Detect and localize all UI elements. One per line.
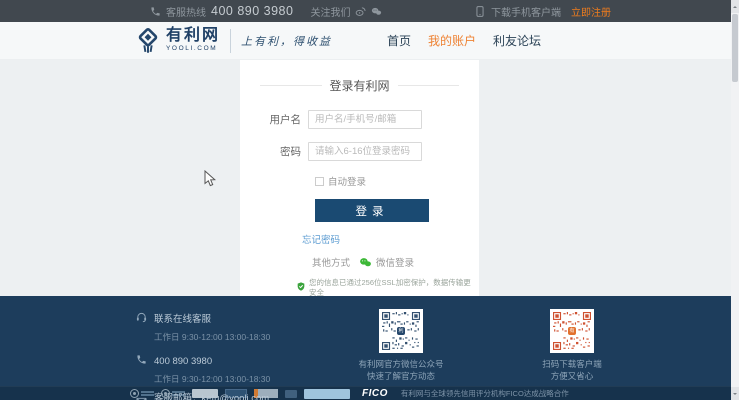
password-input[interactable] [308,142,422,161]
yooli-knot-icon [138,28,158,53]
contact-sub: 工作日 9:30-12:00 13:00-18:30 [154,332,271,342]
phone-icon [150,6,161,17]
other-methods-label: 其他方式 [312,258,351,269]
follow-us-label: 关注我们 [310,7,351,19]
wechat-qr-code: 利 [379,309,423,353]
contact-label: 400 890 3980 [154,356,213,367]
contact-sub: 工作日 9:30-12:00 13:00-18:30 [154,374,271,384]
username-row: 用户名 [240,110,479,129]
scroll-up-button[interactable] [731,0,739,13]
register-link[interactable]: 立即注册 [571,4,611,19]
download-app-link[interactable]: 下载手机客户端 [476,4,561,19]
cert-badge-7[interactable] [304,388,350,399]
username-input[interactable] [308,110,422,129]
main-nav: 首页 我的账户 利友论坛 [387,32,541,49]
site-header: 有利网 YOOLI.COM 上有利，得收益 首页 我的账户 利友论坛 [0,22,739,60]
login-title: 登录有利网 [329,79,390,93]
phone-icon [136,352,147,364]
site-footer: 联系在线客服 工作日 9:30-12:00 13:00-18:30 400 89… [0,296,739,400]
qr-caption: 有利网官方微信公众号 快速了解官方动态 [358,359,444,382]
logo-divider [230,28,232,53]
brand-domain: YOOLI.COM [166,45,218,53]
username-label: 用户名 [269,114,302,126]
download-app-label: 下载手机客户端 [491,7,561,19]
wechat-icon [359,256,372,269]
login-panel: 登录有利网 用户名 密码 自动登录 登录 忘记密码 其他方式 [240,60,479,296]
password-row: 密码 [240,142,479,161]
contact-email[interactable]: 客服邮箱：kefu@yooli.com [136,393,270,400]
nav-home[interactable]: 首页 [387,32,411,49]
app-qr-block: 有 扫码下载客户端 方便又省心 [516,309,628,383]
main-content: 登录有利网 用户名 密码 自动登录 登录 忘记密码 其他方式 [0,60,739,296]
security-shield-icon [296,279,306,291]
wechat-qr-block: 利 有利网官方微信公众号 快速了解官方动态 [345,309,457,383]
certification-bar: FICO 有利网与全球领先信用评分机构FICO达成战略合作 [0,386,739,400]
brand-name: 有利网 [166,27,221,45]
mouse-cursor [204,169,217,192]
contact-online-service[interactable]: 联系在线客服 工作日 9:30-12:00 13:00-18:30 [136,309,270,345]
hotline-label: 客服热线 [166,7,206,19]
contact-label: 联系在线客服 [154,314,212,325]
qr-center-logo: 有 [567,326,577,336]
wechat-login-button[interactable]: 微信登录 [350,255,414,269]
scroll-down-button[interactable] [731,387,739,400]
contact-hotline: 400 890 3980 工作日 9:30-12:00 13:00-18:30 [136,351,270,387]
hotline-group: 客服热线 400 890 3980 关注我们 [150,4,382,19]
wechat-icon[interactable] [371,6,382,17]
contact-label: 客服邮箱：kefu@yooli.com [154,393,270,400]
security-note: 您的信息已通过256位SSL加密保护，数据传输更安全 [309,278,471,296]
topbar-actions: 下载手机客户端 立即注册 [476,4,611,19]
auto-login-option[interactable]: 自动登录 [315,174,479,188]
security-note-row: 您的信息已通过256位SSL加密保护，数据传输更安全 [296,278,474,296]
auto-login-checkbox[interactable] [315,176,324,186]
mobile-phone-icon [476,5,487,17]
vertical-scrollbar[interactable] [731,0,739,400]
hotline-number: 400 890 3980 [211,4,294,18]
login-title-row: 登录有利网 [240,60,479,94]
auto-login-label: 自动登录 [328,177,367,188]
title-divider-left [260,85,322,86]
yooli-login-page: 客服热线 400 890 3980 关注我们 下载手机客户端 立即注册 有利网 … [0,0,739,400]
qr-caption: 扫码下载客户端 方便又省心 [542,359,602,382]
qr-center-logo: 利 [396,326,406,336]
title-divider-right [397,85,460,86]
other-login-methods: 其他方式 微信登录 [312,255,479,269]
fico-logo: FICO [362,388,388,399]
fico-partnership-note: 有利网与全球领先信用评分机构FICO达成战略合作 [400,389,569,398]
top-utility-bar: 客服热线 400 890 3980 关注我们 下载手机客户端 立即注册 [0,0,739,22]
nav-my-account[interactable]: 我的账户 [428,32,476,49]
app-qr-code: 有 [550,309,594,353]
login-button[interactable]: 登录 [315,199,429,222]
footer-contacts: 联系在线客服 工作日 9:30-12:00 13:00-18:30 400 89… [136,309,270,400]
nav-forum[interactable]: 利友论坛 [493,32,541,49]
brand-text: 有利网 YOOLI.COM [166,28,220,53]
headset-icon [136,310,147,323]
weibo-icon[interactable] [355,6,367,17]
password-label: 密码 [280,146,301,158]
wechat-login-label: 微信登录 [376,258,415,269]
cert-badge-6[interactable] [285,389,297,398]
brand-logo[interactable]: 有利网 YOOLI.COM 上有利，得收益 [135,27,332,54]
forgot-password-link[interactable]: 忘记密码 [302,232,340,246]
brand-tagline: 上有利，得收益 [241,35,333,48]
scrollbar-thumb[interactable] [732,14,738,82]
